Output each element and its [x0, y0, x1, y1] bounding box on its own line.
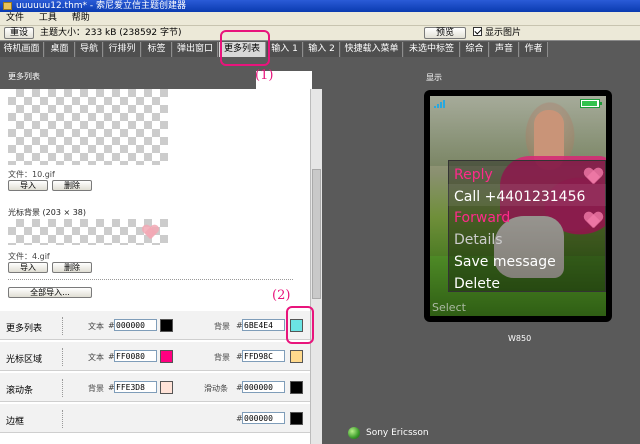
tab-row-layout[interactable]: 行排列: [104, 42, 141, 57]
annotation-label-2: (2): [272, 288, 291, 303]
field-label: 背景: [214, 353, 230, 362]
image1-filename: 文件：10.gif: [8, 170, 55, 179]
heart-icon: [584, 212, 602, 230]
tab-quick-menu[interactable]: 快捷载入菜单: [341, 42, 403, 57]
menu-file[interactable]: 文件: [0, 12, 30, 25]
tab-bar: 待机画面 桌面 导航 行排列 标签 弹出窗口 更多列表 输入 1 输入 2 快捷…: [0, 40, 640, 57]
tab-sound[interactable]: 声音: [490, 42, 519, 57]
setting-label: 更多列表: [6, 324, 43, 334]
reset-button[interactable]: 重设: [4, 27, 34, 39]
tab-labels[interactable]: 标签: [142, 42, 172, 57]
menu-tools[interactable]: 工具: [33, 12, 63, 25]
divider: [8, 279, 293, 280]
show-images-checkbox[interactable]: 显示图片: [473, 27, 521, 40]
field-label: 文本: [88, 322, 104, 331]
sony-ericsson-logo-icon: [348, 427, 360, 439]
theme-size-label: 主题大小：233 kB (238592 字节): [40, 28, 182, 38]
battery-icon: [580, 99, 602, 108]
panel-header: 更多列表: [0, 57, 322, 89]
color-swatch[interactable]: [290, 381, 303, 394]
phone-screen: Reply Call +4401231456 Forward Details S…: [430, 96, 606, 316]
field-label: 文本: [88, 353, 104, 362]
app-icon: [3, 2, 12, 10]
cursor-bg-label: 光标背景 (203 × 38): [8, 208, 87, 217]
annotation-label-1: (1): [255, 68, 274, 83]
annotation-circle-2: [286, 306, 314, 344]
cursor-text-color-input[interactable]: [114, 350, 157, 362]
show-images-label: 显示图片: [485, 28, 522, 38]
tab-general[interactable]: 综合: [461, 42, 489, 57]
color-swatch[interactable]: [290, 350, 303, 363]
brand-label: Sony Ericsson: [366, 428, 429, 438]
setting-label: 滚动条: [6, 386, 34, 396]
cursor-import-button[interactable]: 导入: [8, 262, 48, 273]
window-title: uuuuuu12.thm* - 索尼爱立信主题创建器: [16, 1, 187, 11]
menu-help[interactable]: 帮助: [66, 12, 96, 25]
signal-icon: [434, 100, 450, 108]
tab-popup[interactable]: 弹出窗口: [173, 42, 218, 57]
scrollbar-thumb[interactable]: [312, 169, 321, 299]
title-bar: uuuuuu12.thm* - 索尼爱立信主题创建器: [0, 0, 640, 12]
menu-item-delete: Delete: [454, 276, 500, 292]
color-swatch[interactable]: [290, 412, 303, 425]
color-swatch[interactable]: [160, 319, 173, 332]
heart-icon: [584, 168, 602, 186]
display-label: 显示: [426, 73, 442, 82]
menu-item-save-message: Save message: [454, 254, 556, 270]
color-swatch[interactable]: [160, 350, 173, 363]
delete-button[interactable]: 删除: [52, 180, 92, 191]
setting-label: 边框: [6, 417, 25, 427]
tab-author[interactable]: 作者: [520, 42, 548, 57]
setting-label: 光标区域: [6, 355, 43, 365]
info-bar: 重设 主题大小：233 kB (238592 字节) 预览 显示图片: [0, 25, 640, 40]
more-list-text-color-input[interactable]: [114, 319, 157, 331]
color-swatch[interactable]: [160, 381, 173, 394]
menu-item-details: Details: [454, 232, 503, 248]
heart-icon: [142, 225, 158, 241]
tab-standby[interactable]: 待机画面: [0, 42, 44, 57]
setting-row-cursor-area: 光标区域 文本 # 背景 #: [0, 341, 310, 371]
setting-row-border: 边框 #: [0, 403, 310, 433]
menu-item-call: Call +4401231456: [454, 189, 586, 205]
menu-bar: 文件 工具 帮助: [0, 12, 640, 25]
vertical-scrollbar[interactable]: [310, 89, 322, 444]
tab-navigation[interactable]: 导航: [76, 42, 103, 57]
tab-unselected-labels[interactable]: 未选中标签: [404, 42, 460, 57]
cursor-bg-filename: 文件：4.gif: [8, 252, 50, 261]
setting-row-scrollbar: 滚动条 背景 # 滑动条 #: [0, 372, 310, 402]
settings-panel: 更多列表 文件：10.gif 导入 删除 光标背景 (203 × 38) 文件：…: [0, 57, 322, 444]
annotation-circle-1: [220, 30, 270, 66]
scrollbar-bg-color-input[interactable]: [114, 381, 157, 393]
import-all-button[interactable]: 全部导入...: [8, 287, 92, 298]
settings-scroll-area: 文件：10.gif 导入 删除 光标背景 (203 × 38) 文件：4.gif…: [0, 89, 310, 444]
tab-desktop[interactable]: 桌面: [45, 42, 75, 57]
phone-model-label: W850: [508, 334, 532, 343]
softkey-select: Select: [432, 301, 466, 314]
checkbox-checked-icon[interactable]: [473, 27, 482, 36]
menu-item-reply: Reply: [454, 167, 493, 183]
cursor-bg-color-input[interactable]: [242, 350, 285, 362]
setting-row-more-list: 更多列表 文本 # 背景 #: [0, 310, 310, 340]
scrollbar-slider-color-input[interactable]: [242, 381, 285, 393]
preview-button[interactable]: 预览: [424, 27, 466, 39]
tab-input-2[interactable]: 输入 2: [304, 42, 340, 57]
field-label: 背景: [88, 384, 104, 393]
image-preview: [8, 89, 168, 165]
tab-input-1[interactable]: 输入 1: [267, 42, 303, 57]
import-button[interactable]: 导入: [8, 180, 48, 191]
more-list-bg-color-input[interactable]: [242, 319, 285, 331]
cursor-delete-button[interactable]: 删除: [52, 262, 92, 273]
panel-title: 更多列表: [8, 72, 40, 81]
field-label: 背景: [214, 322, 230, 331]
menu-item-forward: Forward: [454, 210, 511, 226]
border-color-input[interactable]: [242, 412, 285, 424]
field-label: 滑动条: [204, 384, 228, 393]
